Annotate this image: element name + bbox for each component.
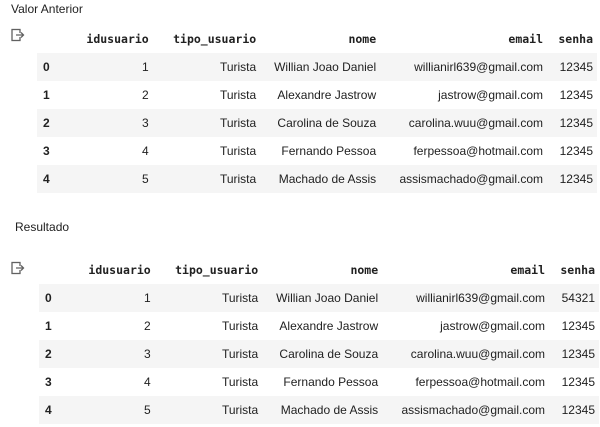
- cell-idusuario: 5: [142, 172, 149, 186]
- cell-tipo-usuario: Turista: [219, 88, 257, 102]
- cell-nome: Willian Joao Daniel: [276, 291, 379, 305]
- cell-idusuario: 5: [144, 403, 151, 417]
- row-index: 3: [43, 144, 50, 158]
- table-row: 3 4 Turista Fernando Pessoa ferpessoa@ho…: [39, 368, 599, 396]
- table-row: 3 4 Turista Fernando Pessoa ferpessoa@ho…: [37, 137, 597, 165]
- row-index: 4: [45, 403, 52, 417]
- dataframe-table-after: idusuario tipo_usuario nome email senha …: [39, 256, 599, 424]
- table-row: 1 2 Turista Alexandre Jastrow jastrow@gm…: [37, 81, 597, 109]
- cell-nome: Alexandre Jastrow: [277, 88, 377, 102]
- cell-idusuario: 2: [144, 319, 151, 333]
- cell-nome: Carolina de Souza: [279, 347, 379, 361]
- cell-idusuario: 3: [142, 116, 149, 130]
- cell-tipo-usuario: Turista: [219, 144, 257, 158]
- cell-nome: Alexandre Jastrow: [279, 319, 379, 333]
- cell-senha: 12345: [561, 403, 595, 417]
- row-index: 2: [43, 116, 50, 130]
- cell-email: jastrow@gmail.com: [440, 319, 546, 333]
- column-header-nome: nome: [350, 263, 379, 277]
- column-header-nome: nome: [348, 32, 377, 46]
- table-row: 4 5 Turista Machado de Assis assismachad…: [39, 396, 599, 424]
- column-header-tipo-usuario: tipo_usuario: [173, 32, 257, 46]
- index-header: [37, 25, 59, 53]
- section-label-after: Resultado: [15, 220, 70, 234]
- table-header-row: idusuario tipo_usuario nome email senha: [39, 256, 599, 284]
- cell-tipo-usuario: Turista: [221, 375, 259, 389]
- cell-email: willianirl639@gmail.com: [416, 291, 546, 305]
- cell-tipo-usuario: Turista: [221, 403, 259, 417]
- row-index: 4: [43, 172, 50, 186]
- row-index: 1: [45, 319, 52, 333]
- cell-senha: 12345: [559, 172, 593, 186]
- cell-tipo-usuario: Turista: [219, 60, 257, 74]
- table-row: 0 1 Turista Willian Joao Daniel williani…: [39, 284, 599, 312]
- cell-senha: 12345: [559, 116, 593, 130]
- table-row: 1 2 Turista Alexandre Jastrow jastrow@gm…: [39, 312, 599, 340]
- cell-nome: Carolina de Souza: [277, 116, 377, 130]
- cell-senha: 12345: [561, 319, 595, 333]
- column-header-senha: senha: [558, 32, 593, 46]
- cell-nome: Machado de Assis: [280, 403, 379, 417]
- column-header-email: email: [510, 263, 546, 277]
- cell-senha: 12345: [559, 88, 593, 102]
- cell-tipo-usuario: Turista: [219, 116, 257, 130]
- column-header-idusuario: idusuario: [86, 32, 149, 46]
- cell-email: carolina.wuu@gmail.com: [410, 347, 546, 361]
- cell-idusuario: 4: [142, 144, 149, 158]
- cell-tipo-usuario: Turista: [221, 291, 259, 305]
- column-header-tipo-usuario: tipo_usuario: [175, 263, 259, 277]
- table-row: 2 3 Turista Carolina de Souza carolina.w…: [37, 109, 597, 137]
- cell-tipo-usuario: Turista: [221, 319, 259, 333]
- cell-idusuario: 4: [144, 375, 151, 389]
- row-index: 3: [45, 375, 52, 389]
- cell-email: willianirl639@gmail.com: [414, 60, 544, 74]
- cell-nome: Machado de Assis: [278, 172, 377, 186]
- cell-tipo-usuario: Turista: [219, 172, 257, 186]
- cell-nome: Willian Joao Daniel: [274, 60, 377, 74]
- row-index: 0: [43, 60, 50, 74]
- cell-email: assismachado@gmail.com: [399, 172, 544, 186]
- table-row: 4 5 Turista Machado de Assis assismachad…: [37, 165, 597, 193]
- cell-senha: 12345: [559, 60, 593, 74]
- cell-email: ferpessoa@hotmail.com: [415, 375, 546, 389]
- output-arrow-icon[interactable]: [11, 261, 25, 275]
- table-row: 2 3 Turista Carolina de Souza carolina.w…: [39, 340, 599, 368]
- cell-idusuario: 2: [142, 88, 149, 102]
- column-header-senha: senha: [560, 263, 595, 277]
- cell-email: jastrow@gmail.com: [438, 88, 544, 102]
- cell-idusuario: 1: [142, 60, 149, 74]
- cell-senha: 54321: [561, 291, 595, 305]
- cell-senha: 12345: [561, 375, 595, 389]
- cell-senha: 12345: [561, 347, 595, 361]
- cell-senha: 12345: [559, 144, 593, 158]
- output-arrow-icon[interactable]: [11, 28, 25, 42]
- section-label-before: Valor Anterior: [11, 2, 83, 16]
- cell-idusuario: 1: [144, 291, 151, 305]
- cell-email: carolina.wuu@gmail.com: [408, 116, 544, 130]
- column-header-idusuario: idusuario: [88, 263, 151, 277]
- row-index: 0: [45, 291, 52, 305]
- dataframe-table-before: idusuario tipo_usuario nome email senha …: [37, 25, 597, 193]
- index-header: [39, 256, 61, 284]
- table-row: 0 1 Turista Willian Joao Daniel williani…: [37, 53, 597, 81]
- cell-nome: Fernando Pessoa: [281, 144, 377, 158]
- cell-tipo-usuario: Turista: [221, 347, 259, 361]
- row-index: 2: [45, 347, 52, 361]
- cell-idusuario: 3: [144, 347, 151, 361]
- table-header-row: idusuario tipo_usuario nome email senha: [37, 25, 597, 53]
- column-header-email: email: [508, 32, 544, 46]
- cell-email: ferpessoa@hotmail.com: [413, 144, 544, 158]
- cell-email: assismachado@gmail.com: [401, 403, 546, 417]
- cell-nome: Fernando Pessoa: [283, 375, 379, 389]
- row-index: 1: [43, 88, 50, 102]
